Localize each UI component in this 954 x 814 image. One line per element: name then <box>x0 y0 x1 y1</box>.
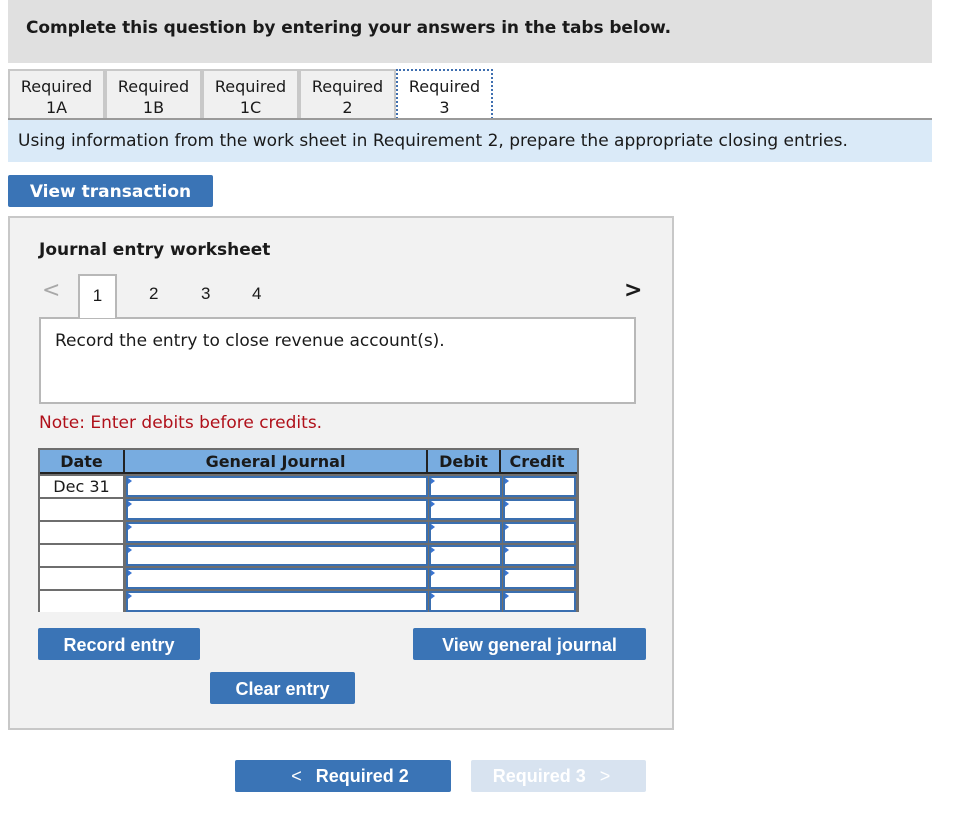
chevron-left-icon: < <box>291 766 302 786</box>
credit-input[interactable] <box>503 476 576 497</box>
account-input[interactable] <box>126 568 428 589</box>
previous-requirement-label: Required 2 <box>315 766 409 786</box>
credit-input[interactable] <box>503 522 576 543</box>
tab-required-1b[interactable]: Required 1B <box>105 69 202 119</box>
date-cell <box>40 591 125 612</box>
requirement-tabs: Required 1A Required 1B Required 1C Requ… <box>8 69 493 119</box>
account-input[interactable] <box>126 499 428 520</box>
account-input[interactable] <box>126 476 428 497</box>
debit-input[interactable] <box>429 545 502 566</box>
page-4-tab[interactable]: 4 <box>252 284 261 304</box>
entry-prompt-text: Record the entry to close revenue accoun… <box>55 331 445 351</box>
debit-input[interactable] <box>429 568 502 589</box>
general-journal-table: Date General Journal Debit Credit Dec 31 <box>38 448 579 612</box>
credit-input[interactable] <box>503 545 576 566</box>
debit-input[interactable] <box>429 522 502 543</box>
clear-entry-button[interactable]: Clear entry <box>210 672 355 704</box>
date-cell <box>40 522 125 543</box>
tab-label-line2: 1A <box>45 98 68 117</box>
tab-label-line2: 3 <box>439 98 450 117</box>
page-2-tab[interactable]: 2 <box>149 284 158 304</box>
table-row <box>40 499 577 520</box>
tab-label-line2: 1B <box>142 98 165 117</box>
chevron-right-icon: > <box>599 766 611 786</box>
tab-label-line2: 2 <box>342 98 353 117</box>
debit-input[interactable] <box>429 476 502 497</box>
worksheet-title: Journal entry worksheet <box>39 240 271 260</box>
date-cell <box>40 499 125 520</box>
tab-label-line1: Required <box>408 77 481 96</box>
record-entry-button[interactable]: Record entry <box>38 628 200 660</box>
next-requirement-label: Required 3 <box>492 766 586 786</box>
credit-input[interactable] <box>503 591 576 612</box>
requirement-instruction: Using information from the work sheet in… <box>8 120 932 162</box>
entry-prompt: Record the entry to close revenue accoun… <box>39 317 636 404</box>
account-input[interactable] <box>126 545 428 566</box>
table-row: Dec 31 <box>40 476 577 497</box>
table-row <box>40 545 577 566</box>
tab-required-1c[interactable]: Required 1C <box>202 69 299 119</box>
view-transaction-list-button[interactable]: View transaction list <box>8 175 213 234</box>
tab-label-line2: 1C <box>239 98 262 117</box>
tab-label-line1: Required <box>20 77 93 96</box>
table-row <box>40 522 577 543</box>
journal-entry-worksheet: Journal entry worksheet < 1 2 3 4 > Reco… <box>8 216 674 730</box>
column-header-credit: Credit <box>509 452 565 471</box>
debit-input[interactable] <box>429 499 502 520</box>
tab-label-line1: Required <box>214 77 287 96</box>
tab-label-line1: Required <box>311 77 384 96</box>
view-general-journal-button[interactable]: View general journal <box>413 628 646 660</box>
table-row <box>40 568 577 589</box>
debit-input[interactable] <box>429 591 502 612</box>
tab-required-1a[interactable]: Required 1A <box>8 69 105 119</box>
date-cell <box>40 545 125 566</box>
account-input[interactable] <box>126 522 428 543</box>
question-header-title: Complete this question by entering your … <box>26 18 672 38</box>
page-1-tab[interactable]: 1 <box>78 274 117 318</box>
date-cell <box>40 568 125 589</box>
chevron-right-icon[interactable]: > <box>624 278 642 303</box>
date-cell: Dec 31 <box>40 476 125 497</box>
credit-input[interactable] <box>503 499 576 520</box>
account-input[interactable] <box>126 591 428 612</box>
tab-required-3[interactable]: Required 3 <box>396 69 493 119</box>
note-text: Note: Enter debits before credits. <box>39 413 323 433</box>
column-header-debit: Debit <box>428 450 501 472</box>
page-3-tab[interactable]: 3 <box>201 284 210 304</box>
previous-requirement-button[interactable]: < Required 2 <box>235 760 451 792</box>
tab-label-line1: Required <box>117 77 190 96</box>
credit-input[interactable] <box>503 568 576 589</box>
tab-required-2[interactable]: Required 2 <box>299 69 396 119</box>
next-requirement-button[interactable]: Required 3 > <box>471 760 646 792</box>
column-header-date: Date <box>40 450 125 472</box>
question-header: Complete this question by entering your … <box>8 0 932 63</box>
table-header-row: Date General Journal Debit Credit <box>40 450 577 474</box>
chevron-left-icon[interactable]: < <box>42 278 60 303</box>
column-header-general-journal: General Journal <box>125 450 428 472</box>
table-row <box>40 591 577 612</box>
